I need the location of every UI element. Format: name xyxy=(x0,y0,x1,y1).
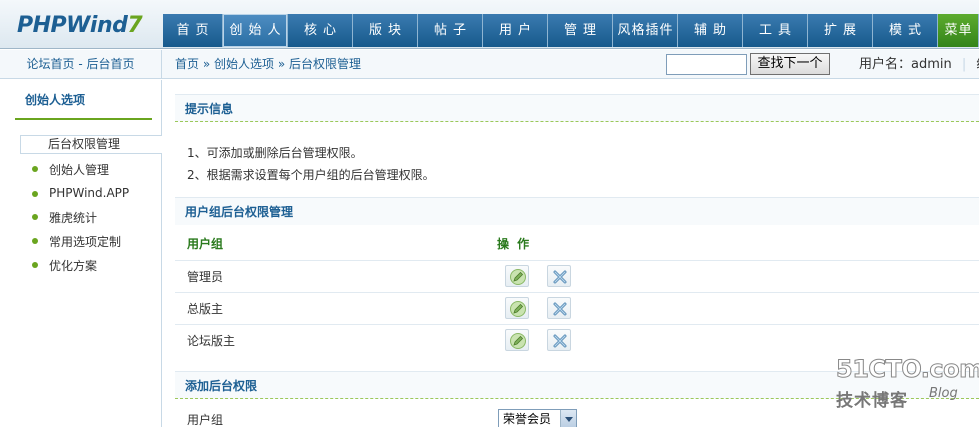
sidebar-item-label: 创始人管理 xyxy=(49,163,110,177)
breadcrumb-current[interactable]: 后台权限管理 xyxy=(289,57,361,71)
tips-section-title: 提示信息 xyxy=(175,94,979,122)
breadcrumb-founder[interactable]: 创始人选项 xyxy=(214,57,274,71)
selected-value: 荣誉会员 xyxy=(503,412,552,426)
nav-tab-assist[interactable]: 辅助 xyxy=(678,14,743,47)
sidebar-item-label: 常用选项定制 xyxy=(49,235,122,249)
watermark-blog: Blog xyxy=(929,386,958,401)
find-next-button[interactable]: 查找下一个 xyxy=(750,53,830,75)
table-row: 管理员 xyxy=(175,260,979,292)
bullet-icon xyxy=(32,262,38,268)
breadcrumb: 首页 » 创始人选项 » 后台权限管理 xyxy=(175,50,361,79)
username-label: 用户名：admin xyxy=(859,57,952,72)
tip-line: 2、根据需求设置每个用户组的后台管理权限。 xyxy=(187,168,435,182)
group-name: 总版主 xyxy=(187,302,224,316)
watermark-logo: 51CTO.com xyxy=(836,355,979,384)
edit-button[interactable] xyxy=(505,297,529,319)
watermark-51cto: 51CTO.com 技术博客 Blog xyxy=(836,355,979,412)
nav-tab-mode[interactable]: 模式 xyxy=(873,14,938,47)
delete-button[interactable] xyxy=(547,265,571,287)
phpwind-logo[interactable]: PHPWind7 xyxy=(17,13,143,38)
sidebar-item-label: PHPWind.APP xyxy=(49,186,130,200)
sidebar-title[interactable]: 创始人选项 xyxy=(25,91,85,108)
watermark-caption: 技术博客 xyxy=(836,391,908,411)
edit-button[interactable] xyxy=(505,329,529,351)
breadcrumb-separator: » xyxy=(202,57,211,71)
breadcrumb-separator: » xyxy=(277,57,286,71)
bullet-icon xyxy=(32,191,38,197)
nav-tab-posts[interactable]: 帖子 xyxy=(418,14,483,47)
sidebar-item-label: 雅虎统计 xyxy=(49,211,98,225)
user-group-select[interactable]: 荣誉会员 xyxy=(498,409,577,427)
group-permissions-title: 用户组后台权限管理 xyxy=(175,197,979,225)
nav-tab-menu[interactable]: 菜单 xyxy=(938,14,979,47)
chevron-down-icon[interactable] xyxy=(560,410,576,427)
nav-tab-style-plugins[interactable]: 风格插件 xyxy=(613,14,678,47)
table-row: 总版主 xyxy=(175,292,979,324)
edit-pencil-icon xyxy=(510,269,526,285)
delete-button[interactable] xyxy=(547,297,571,319)
tip-line: 1、可添加或删除后台管理权限。 xyxy=(187,146,363,160)
group-name: 管理员 xyxy=(187,270,224,284)
column-header-actions: 操 作 xyxy=(497,237,532,251)
sidebar-item-backend-permissions[interactable]: 后台权限管理 xyxy=(20,135,162,154)
bullet-icon xyxy=(32,238,38,244)
edit-pencil-icon xyxy=(510,333,526,349)
group-name: 论坛版主 xyxy=(187,334,236,348)
delete-x-icon xyxy=(553,270,567,284)
nav-tab-home[interactable]: 首页 xyxy=(163,14,223,47)
edit-pencil-icon xyxy=(510,301,526,317)
logo-text: PHPWind xyxy=(17,13,128,38)
divider: | xyxy=(961,57,967,72)
sidebar-title-underline xyxy=(15,118,152,120)
main-nav: 首页 创始人 核心 版块 帖子 用户 管理 风格插件 辅助 工具 扩展 模式 菜… xyxy=(163,14,979,47)
nav-tab-core[interactable]: 核心 xyxy=(288,14,353,47)
bullet-icon xyxy=(32,166,38,172)
home-links[interactable]: 论坛首页 - 后台首页 xyxy=(0,50,162,79)
breadcrumb-home[interactable]: 首页 xyxy=(175,57,199,71)
nav-tab-tools[interactable]: 工具 xyxy=(743,14,808,47)
column-header-group: 用户组 xyxy=(187,237,224,251)
table-header: 用户组 操 作 xyxy=(175,229,979,259)
nav-tab-forums[interactable]: 版块 xyxy=(353,14,418,47)
sidebar-item-label: 优化方案 xyxy=(49,259,98,273)
nav-tab-founder[interactable]: 创始人 xyxy=(223,14,288,47)
nav-tab-manage[interactable]: 管理 xyxy=(548,14,613,47)
add-group-label: 用户组 xyxy=(187,413,224,427)
edit-button[interactable] xyxy=(505,265,529,287)
sub-bar: 论坛首页 - 后台首页 首页 » 创始人选项 » 后台权限管理 查找下一个 用户… xyxy=(0,50,979,79)
user-info: 用户名：admin | 级 xyxy=(859,50,979,79)
delete-x-icon xyxy=(553,334,567,348)
nav-tab-extend[interactable]: 扩展 xyxy=(808,14,873,47)
logo-version: 7 xyxy=(127,13,143,38)
delete-x-icon xyxy=(553,302,567,316)
top-header: PHPWind7 首页 创始人 核心 版块 帖子 用户 管理 风格插件 辅助 工… xyxy=(0,0,979,49)
bullet-icon xyxy=(32,214,38,220)
delete-button[interactable] xyxy=(547,329,571,351)
sidebar: 创始人选项 后台权限管理 创始人管理 PHPWind.APP 雅虎统计 常用选项… xyxy=(0,80,162,427)
nav-tab-users[interactable]: 用户 xyxy=(483,14,548,47)
table-row: 论坛版主 xyxy=(175,324,979,356)
search-input[interactable] xyxy=(666,54,747,75)
